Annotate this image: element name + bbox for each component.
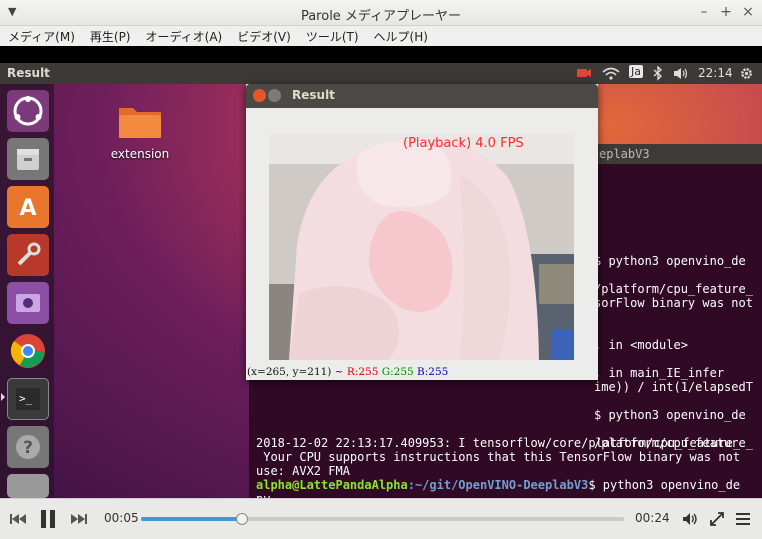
- seek-handle[interactable]: [236, 513, 249, 525]
- fullscreen-icon[interactable]: [710, 512, 724, 526]
- ubuntu-top-panel: Result Ja 22:14: [0, 63, 762, 84]
- menu-bar: メディア(M) 再生(P) オーディオ(A) ビデオ(V) ツール(T) ヘルプ(H): [0, 26, 762, 46]
- total-time: 00:24: [635, 511, 670, 525]
- result-titlebar: Result: [246, 84, 598, 108]
- launcher-active-pip: [1, 393, 5, 401]
- video-area[interactable]: Result Ja 22:14 A >_ ? extension eplabV3…: [0, 46, 762, 498]
- ubuntu-launcher: A >_ ?: [0, 84, 54, 498]
- pixel-red: R:255: [346, 366, 379, 378]
- pause-icon[interactable]: [39, 509, 57, 529]
- fps-overlay: (Playback) 4.0 FPS: [403, 136, 524, 151]
- menu-media[interactable]: メディア(M): [0, 26, 82, 45]
- skip-forward-icon[interactable]: [71, 513, 87, 525]
- result-statusbar: (x=265, y=211) ~ R:255 G:255 B:255: [246, 366, 598, 380]
- folder-label: extension: [110, 147, 170, 161]
- player-controls: 00:05 00:24: [0, 498, 762, 539]
- pixel-blue: B:255: [417, 366, 449, 378]
- video-letterbox: [0, 46, 762, 63]
- keyboard-indicator: Ja: [629, 65, 643, 78]
- window-titlebar: ▼ Parole メディアプレーヤー – + ×: [0, 0, 762, 26]
- menu-video[interactable]: ビデオ(V): [229, 26, 298, 45]
- terminal-line: Your CPU supports instructions that this…: [256, 450, 741, 464]
- panel-window-title: Result: [7, 66, 50, 80]
- terminal-line: /platform/cpu_feature_: [594, 282, 753, 296]
- launcher-ubuntu-icon: [7, 90, 49, 132]
- wifi-icon: [602, 67, 620, 80]
- elapsed-time: 00:05: [104, 511, 139, 525]
- prompt-command: $ python3 openvino_de: [588, 478, 741, 492]
- terminal-line: ime)) / int(1/elapsedT: [594, 380, 753, 394]
- menu-playback[interactable]: 再生(P): [82, 26, 138, 45]
- launcher-help-icon: ?: [7, 426, 49, 468]
- terminal-line: 2018-12-02 22:13:17.409953: I tensorflow…: [256, 436, 741, 450]
- launcher-terminal-icon: >_: [7, 378, 49, 420]
- menu-help[interactable]: ヘルプ(H): [366, 26, 435, 45]
- minimize-button[interactable]: –: [696, 4, 712, 20]
- terminal-prompt: alpha@LattePandaAlpha:~/git/OpenVINO-Dee…: [256, 478, 740, 492]
- menu-icon[interactable]: [736, 513, 750, 525]
- terminal-line: , in <module>: [594, 338, 688, 352]
- result-window: Result (Playback) 4.0 FPS (x=265, y=211)…: [246, 84, 598, 380]
- maximize-button[interactable]: +: [718, 4, 734, 20]
- bluetooth-icon: [653, 66, 663, 81]
- menu-audio[interactable]: オーディオ(A): [138, 26, 230, 45]
- pixel-coordinates: (x=265, y=211) ~: [247, 366, 344, 378]
- terminal-line: use: AVX2 FMA: [256, 464, 350, 478]
- prompt-path: :~/git/OpenVINO-DeeplabV3: [407, 478, 589, 492]
- pixel-green: G:255: [381, 366, 414, 378]
- desktop-folder[interactable]: extension: [110, 102, 170, 161]
- segmented-person-image: [269, 134, 574, 360]
- seek-bar[interactable]: [141, 513, 624, 525]
- svg-text:>_: >_: [19, 392, 33, 405]
- folder-icon: [119, 108, 161, 138]
- settings-gear-icon: [741, 68, 752, 79]
- skip-back-icon[interactable]: [10, 513, 26, 525]
- terminal-title: eplabV3: [599, 147, 650, 161]
- launcher-media-icon: [7, 282, 49, 324]
- camera-frame: (Playback) 4.0 FPS: [269, 134, 574, 360]
- terminal-line: $ python3 openvino_de: [594, 254, 746, 268]
- volume-icon[interactable]: [682, 512, 698, 526]
- launcher-software-icon: A: [7, 186, 49, 228]
- terminal-line: $ python3 openvino_de: [594, 408, 746, 422]
- panel-clock: 22:14: [698, 66, 733, 80]
- prompt-user: alpha@LattePandaAlpha: [256, 478, 408, 492]
- result-title: Result: [292, 88, 335, 102]
- recording-icon: [577, 69, 591, 77]
- launcher-files-icon: [7, 138, 49, 180]
- svg-text:?: ?: [23, 438, 33, 458]
- result-close-icon: [253, 89, 266, 102]
- panel-volume-icon: [674, 68, 688, 79]
- seek-progress: [141, 517, 243, 521]
- terminal-line: , in main_IE_infer: [594, 366, 725, 380]
- window-title: Parole メディアプレーヤー: [300, 9, 462, 24]
- launcher-chrome-icon: [7, 330, 49, 372]
- svg-text:A: A: [19, 196, 36, 221]
- launcher-settings-icon: [7, 234, 49, 276]
- terminal-line: sorFlow binary was not: [594, 296, 753, 310]
- close-button[interactable]: ×: [740, 4, 756, 20]
- launcher-trash-icon: [7, 474, 49, 498]
- result-minimize-icon: [268, 89, 281, 102]
- menu-tools[interactable]: ツール(T): [298, 26, 366, 45]
